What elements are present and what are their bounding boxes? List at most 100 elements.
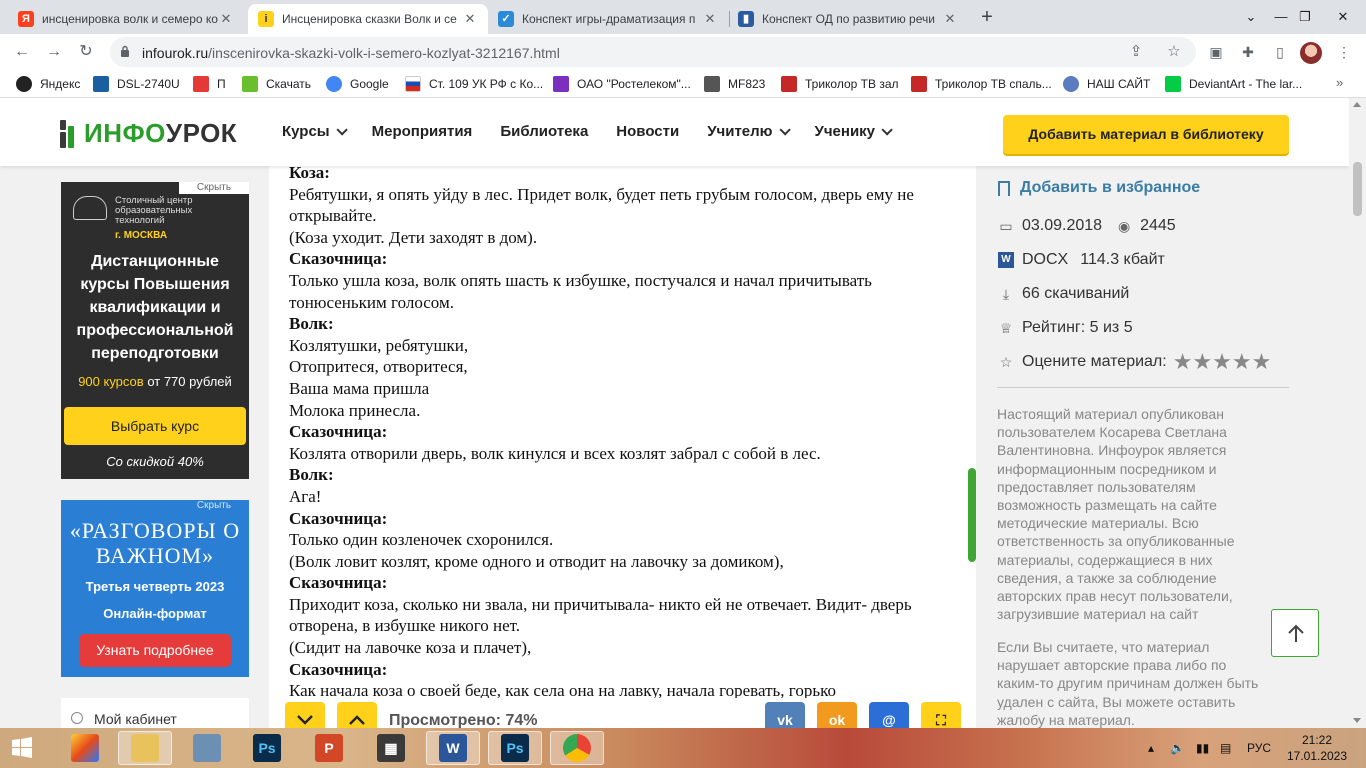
taskbar-paint[interactable]: [58, 731, 112, 765]
bookmark-icon: [998, 180, 1010, 196]
url-host: infourok.ru: [142, 45, 209, 61]
page-scrollbar[interactable]: [1349, 98, 1366, 728]
scroll-to-top-button[interactable]: [1271, 609, 1319, 657]
browser-tab-2-active[interactable]: i Инсценировка сказки Волк и се ✕: [248, 4, 488, 34]
star-bookmark-icon[interactable]: ☆: [1164, 43, 1184, 61]
monitor-icon: [193, 734, 221, 762]
bookmark-item[interactable]: П: [193, 75, 226, 93]
star-icon[interactable]: ★: [1252, 351, 1272, 373]
mail-share-button[interactable]: @: [869, 702, 909, 728]
close-icon[interactable]: ✕: [702, 11, 718, 27]
nav-item-teacher[interactable]: Учителю: [707, 123, 791, 140]
bookmarks-more-button[interactable]: »: [1336, 75, 1343, 90]
sidepanel-icon[interactable]: ▯: [1270, 42, 1290, 62]
nav-item-events[interactable]: Мероприятия: [372, 123, 473, 140]
bookmark-item[interactable]: Триколор ТВ спаль...: [911, 75, 1052, 93]
profile-avatar[interactable]: [1300, 42, 1322, 64]
bookmark-item[interactable]: Google: [326, 75, 389, 93]
powerpoint-icon: P: [315, 734, 343, 762]
back-icon[interactable]: ←: [10, 40, 34, 64]
star-icon[interactable]: ★: [1212, 351, 1232, 373]
learn-more-button[interactable]: Узнать подробнее: [79, 634, 231, 667]
bookmark-item[interactable]: Скачать: [242, 75, 311, 93]
tricolor-icon: [911, 76, 927, 92]
site-logo[interactable]: ИНФО УРОК: [60, 118, 237, 149]
fullscreen-button[interactable]: ⛶: [921, 702, 961, 728]
taskbar-word[interactable]: W: [426, 731, 480, 765]
important-talks-ad-banner[interactable]: Скрыть «РАЗГОВОРЫ О ВАЖНОМ» Третья четве…: [61, 500, 249, 677]
clock[interactable]: 21:22 17.01.2023: [1282, 732, 1352, 764]
scroll-down-arrow-icon[interactable]: [1353, 718, 1361, 723]
nav-item-courses[interactable]: Курсы: [282, 123, 348, 140]
ad-subtitle: Третья четверть 2023: [85, 579, 225, 594]
new-tab-button[interactable]: +: [976, 6, 998, 28]
puzzle-icon[interactable]: ✚: [1238, 42, 1258, 62]
tray-up-arrow-icon[interactable]: ▴: [1148, 728, 1154, 768]
star-icon[interactable]: ★: [1173, 351, 1193, 373]
chevron-down-icon: [778, 123, 791, 136]
film-icon: ▦: [377, 734, 405, 762]
extension-icon[interactable]: ▣: [1206, 42, 1226, 62]
rating-value: Рейтинг: 5 из 5: [1022, 319, 1133, 336]
nav-item-news[interactable]: Новости: [616, 123, 679, 140]
volume-icon[interactable]: 🔈: [1170, 728, 1185, 768]
language-indicator[interactable]: РУС: [1247, 728, 1271, 768]
scroll-up-arrow-icon[interactable]: [1353, 102, 1361, 107]
bookmark-item[interactable]: Триколор ТВ зал: [781, 75, 899, 93]
rating-stars[interactable]: ★ ★ ★ ★ ★: [1173, 351, 1272, 373]
taskbar-explorer[interactable]: [118, 731, 172, 765]
bookmark-item[interactable]: DeviantArt - The lar...: [1165, 75, 1302, 93]
add-material-button[interactable]: Добавить материал в библиотеку: [1003, 115, 1289, 154]
rate-label: Оцените материал:: [1022, 353, 1167, 370]
close-icon[interactable]: ✕: [462, 11, 478, 27]
browser-tab-3[interactable]: ✓ Конспект игры-драматизация п ✕: [488, 4, 728, 34]
book-icon: ▮: [738, 11, 754, 27]
bookmark-item[interactable]: Яндекс: [16, 75, 80, 93]
hide-ad-link[interactable]: Скрыть: [179, 500, 249, 512]
taskbar-movie-maker[interactable]: ▦: [364, 731, 418, 765]
bookmark-item[interactable]: НАШ САЙТ: [1063, 75, 1150, 93]
add-to-favorites-link[interactable]: Добавить в избранное: [998, 179, 1200, 197]
course-ad-banner[interactable]: Скрыть Столичный центр образовательных т…: [61, 182, 249, 479]
vk-share-button[interactable]: vk: [765, 702, 805, 728]
start-button[interactable]: [0, 731, 44, 765]
share-icon[interactable]: ⇪: [1126, 43, 1146, 61]
scroll-up-button[interactable]: [337, 702, 377, 728]
taskbar-photoshop-2[interactable]: Ps: [488, 731, 542, 765]
bookmark-item[interactable]: DSL-2740U: [93, 75, 180, 93]
taskbar-system[interactable]: [180, 731, 234, 765]
close-window-icon[interactable]: ✕: [1320, 0, 1366, 34]
signal-icon[interactable]: ▮▮: [1196, 728, 1209, 768]
bookmark-item[interactable]: Ст. 109 УК РФ с Ко...: [405, 75, 543, 93]
reload-icon[interactable]: ↻: [74, 40, 98, 64]
browser-tab-4[interactable]: ▮ Конспект ОД по развитию речи ✕: [728, 4, 968, 34]
close-icon[interactable]: ✕: [218, 11, 234, 27]
star-icon[interactable]: ★: [1192, 351, 1212, 373]
network-icon[interactable]: ▤: [1220, 728, 1231, 768]
close-icon[interactable]: ✕: [942, 11, 958, 27]
bookmark-item[interactable]: ОАО "Ростелеком"...: [553, 75, 691, 93]
hide-ad-link[interactable]: Скрыть: [179, 182, 249, 194]
document-scrollbar[interactable]: [968, 468, 976, 562]
taskbar-powerpoint[interactable]: P: [302, 731, 356, 765]
menu-dots-icon[interactable]: ⋮: [1334, 42, 1354, 62]
star-icon[interactable]: ★: [1232, 351, 1252, 373]
choose-course-button[interactable]: Выбрать курс: [64, 407, 246, 445]
bookmark-item[interactable]: MF823: [704, 75, 765, 93]
address-bar[interactable]: infourok.ru/inscenirovka-skazki-volk-i-s…: [110, 37, 1196, 67]
scrollbar-thumb[interactable]: [1353, 162, 1362, 216]
ok-share-button[interactable]: ok: [817, 702, 857, 728]
taskbar-chrome[interactable]: [550, 731, 604, 765]
bookmark-label: Ст. 109 УК РФ с Ко...: [429, 77, 544, 91]
browser-tab-1[interactable]: Я инсценировка волк и семеро ко ✕: [8, 4, 244, 34]
scroll-down-button[interactable]: [285, 702, 325, 728]
chrome-icon: [563, 734, 591, 762]
rating-row: ♕ Рейтинг: 5 из 5: [998, 319, 1133, 337]
nav-item-student[interactable]: Ученику: [815, 123, 893, 140]
my-cabinet-link[interactable]: Мой кабинет: [61, 698, 249, 728]
rostelecom-icon: [553, 76, 569, 92]
taskbar-photoshop-1[interactable]: Ps: [240, 731, 294, 765]
forward-icon[interactable]: →: [42, 40, 66, 64]
nav-item-library[interactable]: Библиотека: [500, 123, 588, 140]
script-line: Козлятушки, ребятушки,: [289, 335, 469, 355]
